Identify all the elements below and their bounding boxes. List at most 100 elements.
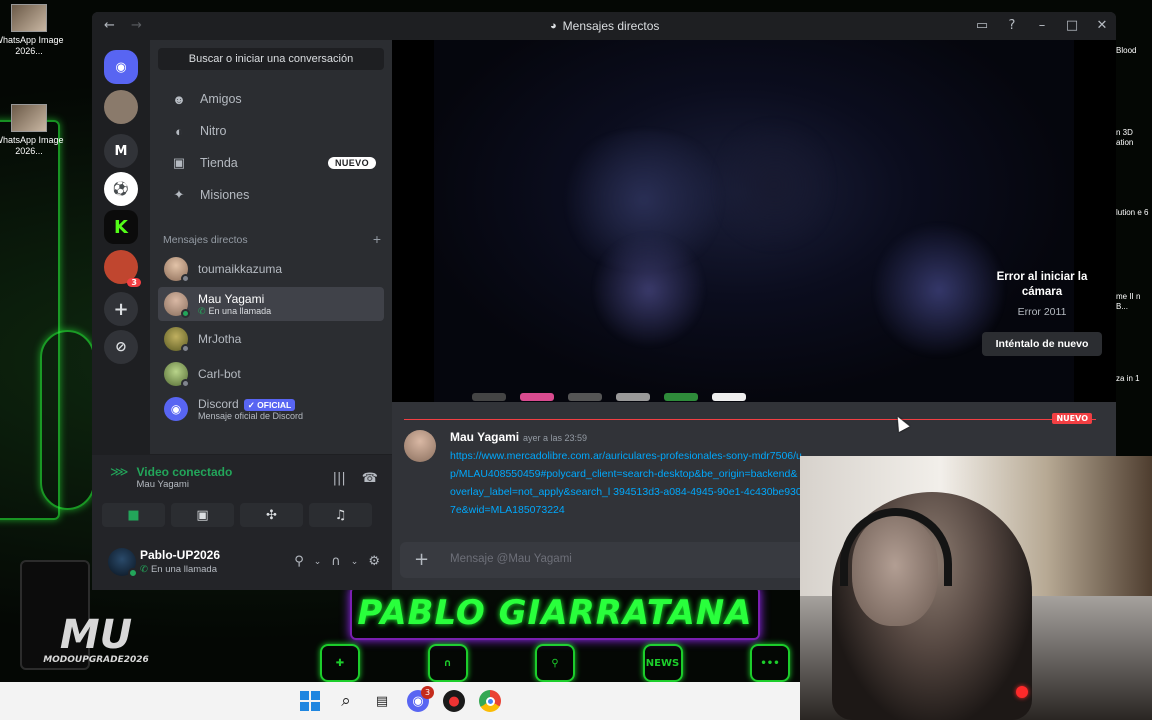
user-avatar[interactable] <box>108 548 138 578</box>
participant-tile[interactable] <box>472 393 506 401</box>
file-explorer-icon[interactable]: ▤ <box>371 690 393 712</box>
retry-button[interactable]: Inténtalo de nuevo <box>982 332 1102 356</box>
window-controls: ▭ ? – □ ✕ <box>974 16 1110 34</box>
screen-share-button[interactable]: ▣ <box>171 503 234 527</box>
status-online-icon <box>128 568 138 578</box>
video-face <box>714 110 834 260</box>
participant-tile[interactable] <box>664 393 698 401</box>
dm-icon: ◕ <box>550 20 557 32</box>
message-link[interactable]: https://www.mercadolibre.com.ar/auricula… <box>450 447 802 519</box>
status-offline-icon <box>181 344 190 353</box>
search-conversation-button[interactable]: Buscar o iniciar una conversación <box>158 48 384 70</box>
game-app-icon[interactable]: ● <box>443 690 465 712</box>
activities-button[interactable]: ✣ <box>240 503 303 527</box>
webcam-overlay <box>800 456 1152 720</box>
camera-error-title: Error al iniciar la cámara <box>996 271 1088 298</box>
participant-tile[interactable] <box>568 393 602 401</box>
noise-suppression-icon[interactable]: ||| <box>333 471 346 486</box>
server-kick[interactable]: K <box>104 210 138 244</box>
inbox-icon[interactable]: ▭ <box>974 16 990 34</box>
avatar <box>164 257 190 283</box>
discord-home-icon[interactable]: ◉ <box>104 50 138 84</box>
soundboard-icon: ♫ <box>334 507 347 523</box>
activities-icon: ✣ <box>266 507 277 523</box>
disconnect-icon[interactable]: ☎ <box>362 471 378 486</box>
close-icon[interactable]: ✕ <box>1094 16 1110 34</box>
maximize-icon[interactable]: □ <box>1064 16 1080 34</box>
chevron-down-icon[interactable]: ⌄ <box>351 554 359 570</box>
add-server-icon[interactable]: + <box>104 292 138 326</box>
user-status: ✆ En una llamada <box>140 564 217 575</box>
signal-icon[interactable]: ⋙ <box>110 465 129 480</box>
server-soccer[interactable]: ⚽ <box>104 172 138 206</box>
name-banner: PABLO GIARRATANA <box>350 586 760 640</box>
participant-tile[interactable] <box>712 393 746 401</box>
news-icon: NEWS <box>642 644 683 682</box>
desktop-file-icon[interactable]: WhatsApp Image 2026... <box>0 4 64 57</box>
server-game[interactable]: 3 <box>104 250 141 287</box>
dm-item-toumaikkazuma[interactable]: toumaikkazuma <box>158 252 384 286</box>
desktop-right-label[interactable]: n 3D ation <box>1116 128 1152 148</box>
camera-button[interactable]: ■ <box>102 503 165 527</box>
dm-item-mau-yagami[interactable]: Mau Yagami ✆ En una llamada <box>158 287 384 321</box>
back-arrow-icon[interactable]: ← <box>104 18 115 33</box>
history-nav: ← → <box>104 18 154 33</box>
dm-item-mrjotha[interactable]: MrJotha <box>158 322 384 356</box>
desktop-right-label[interactable]: me II n B... <box>1116 292 1152 312</box>
windows-start-icon[interactable] <box>299 690 321 712</box>
phone-icon: ✆ <box>140 564 148 575</box>
desktop-right-icons: Blood n 3D ation lution e 6 me II n B...… <box>1116 40 1152 460</box>
create-dm-icon[interactable]: + <box>373 232 381 246</box>
dm-item-discord[interactable]: ◉ Discord ✓ OFICIAL Mensaje oficial de Di… <box>158 392 384 426</box>
forward-arrow-icon[interactable]: → <box>131 18 142 33</box>
microphone-icon: ⚲ <box>535 644 575 682</box>
chrome-icon[interactable] <box>479 690 501 712</box>
headphones-icon[interactable]: ∩ <box>331 554 341 570</box>
attach-plus-icon[interactable]: + <box>414 549 429 570</box>
message-author[interactable]: Mau Yagami <box>450 430 519 444</box>
nav-nitro[interactable]: ◐ Nitro <box>158 116 384 146</box>
settings-gear-icon[interactable]: ⚙ <box>368 554 380 570</box>
desktop-file-icon[interactable]: WhatsApp Image 2026... <box>0 104 64 157</box>
message-timestamp: ayer a las 23:59 <box>523 433 588 443</box>
neon-headphone-decoration <box>40 330 95 510</box>
voice-status-panel: ⋙ Video conectado Mau Yagami ||| ☎ ■ ▣ ✣… <box>92 454 392 538</box>
nav-friends[interactable]: ☻ Amigos <box>158 84 384 114</box>
friends-icon: ☻ <box>172 91 186 107</box>
voice-action-row: ■ ▣ ✣ ♫ <box>102 503 372 527</box>
server-m[interactable]: M <box>104 134 138 168</box>
camera-error-code: Error 2011 <box>1017 306 1067 318</box>
banner-text: PABLO GIARRATANA <box>357 593 753 633</box>
notification-badge: 3 <box>421 686 434 699</box>
desktop-right-label[interactable]: Blood <box>1116 46 1152 56</box>
dm-section-header: Mensajes directos + <box>163 231 381 247</box>
status-offline-icon <box>181 379 190 388</box>
camera-icon: ■ <box>127 507 140 523</box>
microphone-icon[interactable]: ⚲ <box>294 554 304 570</box>
message-avatar[interactable] <box>404 430 436 462</box>
discord-taskbar-icon[interactable]: ◉ 3 <box>407 686 434 712</box>
nav-quests[interactable]: ✦ Misiones <box>158 180 384 210</box>
message-input[interactable]: Mensaje @Mau Yagami <box>450 553 572 565</box>
server-avatar-1[interactable] <box>104 90 138 124</box>
search-icon[interactable]: ⌕ <box>335 690 357 712</box>
avatar <box>164 292 190 318</box>
explore-icon[interactable]: ⊘ <box>104 330 138 364</box>
shop-icon: ▣ <box>172 155 186 170</box>
image-thumbnail-icon <box>11 4 47 32</box>
minimize-icon[interactable]: – <box>1034 16 1050 34</box>
nav-shop[interactable]: ▣ Tienda NUEVO <box>158 148 384 178</box>
participant-tile[interactable] <box>520 393 554 401</box>
new-messages-badge: NUEVO <box>1052 413 1092 424</box>
discord-avatar-icon: ◉ <box>164 397 188 421</box>
desktop-right-label[interactable]: za in 1 <box>1116 374 1152 384</box>
help-icon[interactable]: ? <box>1004 16 1020 34</box>
participant-tile[interactable] <box>616 393 650 401</box>
dm-item-carl-bot[interactable]: Carl-bot <box>158 357 384 391</box>
chevron-down-icon[interactable]: ⌄ <box>314 554 322 570</box>
voice-title[interactable]: Video conectado <box>137 465 233 479</box>
status-online-icon <box>181 309 190 318</box>
soundboard-button[interactable]: ♫ <box>309 503 372 527</box>
mu-logo: MU MODOUPGRADE2026 <box>43 600 149 680</box>
desktop-right-label[interactable]: lution e 6 <box>1116 208 1152 218</box>
